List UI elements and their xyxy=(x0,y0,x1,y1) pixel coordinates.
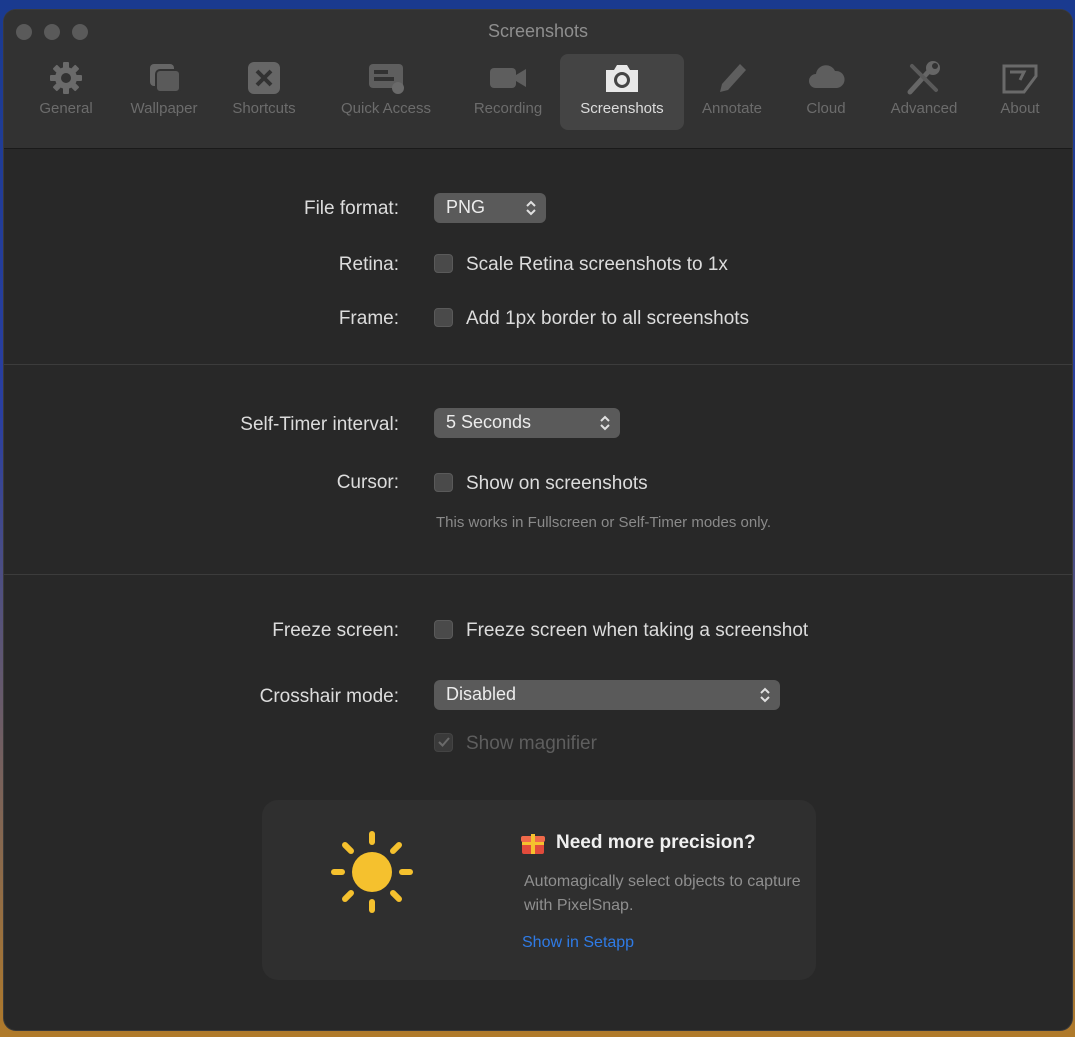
tab-quick-access[interactable]: Quick Access xyxy=(324,54,448,130)
retina-label: Retina: xyxy=(338,254,399,275)
retina-checkbox-label[interactable]: Scale Retina screenshots to 1x xyxy=(466,254,728,276)
frame-checkbox[interactable] xyxy=(434,308,453,327)
freeze-screen-checkbox[interactable] xyxy=(434,620,453,639)
crosshair-mode-value: Disabled xyxy=(446,684,517,704)
cursor-label: Cursor: xyxy=(336,472,399,493)
retina-checkbox[interactable] xyxy=(434,254,453,273)
section-divider xyxy=(4,574,1072,575)
show-magnifier-checkbox[interactable] xyxy=(434,733,453,752)
freeze-screen-checkbox-label[interactable]: Freeze screen when taking a screenshot xyxy=(466,620,808,642)
cursor-checkbox[interactable] xyxy=(434,473,453,492)
cloud-icon xyxy=(809,65,845,88)
show-magnifier-label[interactable]: Show magnifier xyxy=(466,733,597,755)
tab-annotate[interactable]: Annotate xyxy=(686,54,778,130)
freeze-screen-label: Freeze screen: xyxy=(272,620,399,641)
file-format-label: File format: xyxy=(303,198,399,219)
pencil-icon xyxy=(720,64,746,92)
wallpaper-icon xyxy=(150,64,181,93)
file-format-value: PNG xyxy=(446,197,486,217)
pixelsnap-promo-card: Need more precision? Automagically selec… xyxy=(262,800,816,980)
self-timer-value: 5 Seconds xyxy=(446,412,532,432)
updown-chevron-icon xyxy=(600,415,610,431)
tools-icon xyxy=(907,61,940,95)
gear-icon xyxy=(50,62,82,94)
tab-cloud[interactable]: Cloud xyxy=(784,54,868,130)
toolbar: Screenshots General Wallpaper Shortcuts … xyxy=(4,10,1072,149)
checkmark-icon xyxy=(438,737,450,747)
tab-recording[interactable]: Recording xyxy=(458,54,558,130)
tab-general[interactable]: General xyxy=(18,54,114,130)
frame-checkbox-label[interactable]: Add 1px border to all screenshots xyxy=(466,308,749,330)
sun-icon xyxy=(331,831,413,913)
quick-access-icon xyxy=(369,64,404,94)
tab-screenshots[interactable]: Screenshots xyxy=(560,54,684,130)
gift-icon xyxy=(521,834,545,854)
camera-icon xyxy=(606,65,638,92)
frame-label: Frame: xyxy=(338,308,399,329)
preferences-window: Screenshots General Wallpaper Shortcuts … xyxy=(4,10,1072,1030)
preferences-tabs: General Wallpaper Shortcuts Quick Access… xyxy=(18,54,1058,130)
tab-shortcuts[interactable]: Shortcuts xyxy=(214,54,314,130)
tab-advanced[interactable]: Advanced xyxy=(874,54,974,130)
video-camera-icon xyxy=(490,68,526,88)
self-timer-select[interactable]: 5 Seconds xyxy=(434,408,620,438)
file-format-select[interactable]: PNG xyxy=(434,193,546,223)
show-in-setapp-link[interactable]: Show in Setapp xyxy=(522,934,634,952)
promo-description: Automagically select objects to capture … xyxy=(524,873,801,914)
cursor-hint: This works in Fullscreen or Self-Timer m… xyxy=(436,514,772,531)
shortcuts-icon xyxy=(248,62,280,94)
tab-about[interactable]: About xyxy=(980,54,1060,130)
self-timer-label: Self-Timer interval: xyxy=(240,414,399,435)
crosshair-mode-label: Crosshair mode: xyxy=(259,686,399,707)
updown-chevron-icon xyxy=(526,200,536,216)
about-icon xyxy=(1002,64,1038,94)
promo-title: Need more precision? xyxy=(556,832,756,853)
cursor-checkbox-label[interactable]: Show on screenshots xyxy=(466,473,648,495)
crosshair-mode-select[interactable]: Disabled xyxy=(434,680,780,710)
window-title: Screenshots xyxy=(487,21,589,41)
section-divider xyxy=(4,364,1072,365)
tab-wallpaper[interactable]: Wallpaper xyxy=(114,54,214,130)
updown-chevron-icon xyxy=(760,687,770,703)
